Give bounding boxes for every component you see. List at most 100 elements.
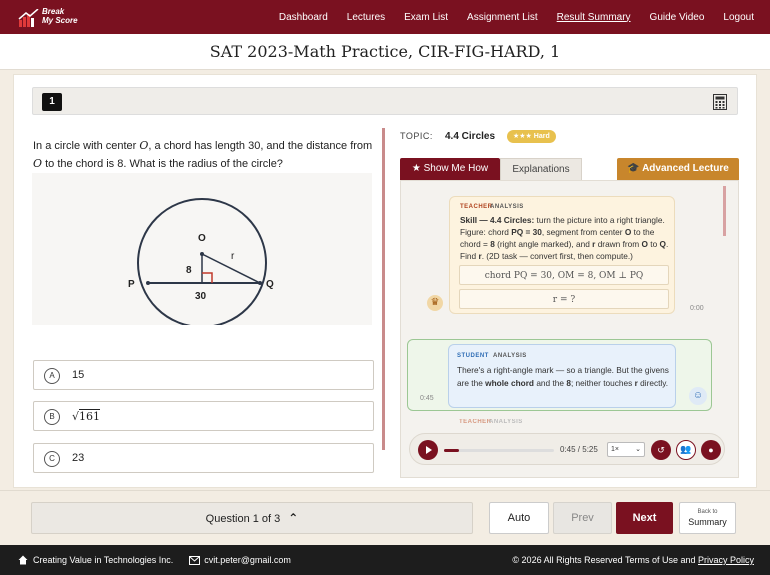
graduation-cap-icon: 🎓 [627, 163, 643, 174]
speed-value: 1× [611, 446, 619, 453]
choice-text: √161 [72, 409, 101, 423]
nav-logout[interactable]: Logout [723, 12, 754, 23]
nav-result-summary[interactable]: Result Summary [557, 12, 631, 23]
auto-button[interactable]: Auto [489, 502, 549, 534]
skill-label: Skill — 4.4 Circles: [460, 215, 535, 225]
chevron-down-icon: ⌄ [635, 446, 641, 453]
student-avatar: ☺ [689, 387, 707, 405]
next-tag: ANALYSIS [489, 419, 523, 425]
nav-exam-list[interactable]: Exam List [404, 12, 448, 23]
progress-fill [444, 449, 460, 452]
brand-logo[interactable]: Break My Score [18, 6, 88, 28]
text-part: directly. [637, 378, 669, 388]
advanced-lecture-label: Advanced Lecture [642, 163, 729, 174]
brand-line1: Break [42, 7, 65, 16]
teacher-avatar: ♛ [427, 295, 443, 311]
company-name: Creating Value in Technologies Inc. [33, 555, 174, 565]
chat-panel[interactable]: TEACHER ANALYSIS Skill — 4.4 Circles: tu… [400, 180, 739, 478]
pager-text: Question 1 of 3 [205, 513, 281, 525]
question-number: 1 [42, 93, 62, 111]
question-text-part: In a circle with center [33, 140, 140, 152]
question-var-o: O [33, 157, 43, 170]
question-pager[interactable]: Question 1 of 3 ⌃ [31, 502, 473, 534]
replay-button[interactable]: ↺ [651, 440, 671, 460]
teacher-role-label: TEACHER [460, 204, 493, 210]
label-distance: 8 [186, 265, 192, 276]
student-message-row: STUDENT ANALYSIS There's a right-angle m… [407, 339, 712, 411]
prev-button[interactable]: Prev [553, 502, 612, 534]
choice-a[interactable]: A 15 [33, 360, 374, 390]
nav-links: Dashboard Lectures Exam List Assignment … [260, 0, 754, 34]
math-unknown: r = ? [459, 289, 669, 309]
question-header: 1 [32, 87, 738, 115]
text-part: drawn from [595, 239, 642, 249]
speed-select[interactable]: 1× ⌄ [607, 442, 645, 457]
mail-icon [189, 555, 201, 565]
teacher-message-text: Skill — 4.4 Circles: turn the picture in… [460, 214, 672, 262]
choice-text: 15 [72, 369, 85, 381]
tab-show-me-how[interactable]: ★ Show Me How [400, 158, 500, 180]
choice-letter: C [44, 451, 60, 467]
nav-guide-video[interactable]: Guide Video [650, 12, 705, 23]
nav-lectures[interactable]: Lectures [347, 12, 385, 23]
math-givens: chord PQ = 30, OM = 8, OM ⊥ PQ [459, 265, 669, 285]
text-part: to [647, 239, 660, 249]
label-p: P [128, 279, 135, 290]
choice-b[interactable]: B √161 [33, 401, 374, 431]
group-view-button[interactable]: 👥 [676, 440, 696, 460]
text-bold: whole chord [485, 378, 535, 388]
choice-letter: A [44, 368, 60, 384]
summary-small-label: Back to [697, 509, 718, 515]
topic-value: 4.4 Circles [445, 131, 496, 142]
text-part: , segment from center [541, 227, 625, 237]
choice-letter: B [44, 409, 60, 425]
text-part: (right angle marked), and [494, 239, 593, 249]
question-text: In a circle with center O , a chord has l… [33, 137, 378, 173]
student-timestamp[interactable]: 0:45 [420, 395, 434, 402]
top-nav: Break My Score Dashboard Lectures Exam L… [0, 0, 770, 34]
question-text-part: , a chord has length 30, and the distanc… [148, 140, 373, 152]
nav-dashboard[interactable]: Dashboard [279, 12, 328, 23]
text-part: ; neither touches [570, 378, 635, 388]
next-role-label: TEACHER [459, 419, 492, 425]
title-bar: SAT 2023-Math Practice, CIR-FIG-HARD, 1 [0, 34, 770, 70]
label-r: r [231, 251, 235, 262]
single-view-button[interactable]: ● [701, 440, 721, 460]
progress-track[interactable] [444, 449, 554, 452]
student-role-label: STUDENT [457, 353, 489, 359]
circle-figure: O P Q r 8 30 [32, 173, 372, 325]
footer-right: © 2026 All Rights Reserved Terms of Use … [512, 555, 754, 565]
next-message-peek: TEACHER ANALYSIS [449, 419, 675, 427]
choice-c[interactable]: C 23 [33, 443, 374, 473]
footer-left: Creating Value in Technologies Inc. cvit… [18, 555, 291, 565]
contact-email[interactable]: cvit.peter@gmail.com [204, 555, 291, 565]
play-button[interactable] [418, 440, 438, 460]
tab-explanations[interactable]: Explanations [500, 158, 582, 180]
replay-icon: ↺ [657, 445, 665, 455]
student-message: STUDENT ANALYSIS There's a right-angle m… [448, 344, 676, 408]
difficulty-badge: ★★★ Hard [507, 130, 556, 143]
teacher-tag: ANALYSIS [490, 204, 524, 210]
advanced-lecture-button[interactable]: 🎓 Advanced Lecture [617, 158, 739, 180]
student-message-text: There's a right-angle mark — so a triang… [457, 364, 673, 390]
teacher-timestamp[interactable]: 0:00 [690, 305, 704, 312]
scrollbar[interactable] [723, 186, 726, 236]
label-o: O [198, 233, 206, 244]
next-button[interactable]: Next [616, 502, 673, 534]
text-bold: PQ = 30 [511, 227, 542, 237]
playback-time: 0:45 / 5:25 [560, 445, 598, 454]
nav-assignment-list[interactable]: Assignment List [467, 12, 538, 23]
panel-divider[interactable] [382, 128, 385, 450]
bottom-bar: Question 1 of 3 ⌃ Auto Prev Next Back to … [0, 490, 770, 542]
page-title: SAT 2023-Math Practice, CIR-FIG-HARD, 1 [209, 42, 561, 61]
copyright: © 2026 All Rights Reserved Terms of Use … [512, 555, 698, 565]
student-tag: ANALYSIS [493, 353, 527, 359]
summary-label: Summary [688, 517, 727, 527]
question-card: 1 In a circle with center O , a chord has… [13, 74, 757, 488]
text-part: . (2D task — convert first, then compute… [481, 251, 633, 261]
question-text-part: to the chord is 8. What is the radius of… [42, 158, 283, 170]
back-to-summary-button[interactable]: Back to Summary [679, 502, 736, 534]
calculator-icon[interactable] [713, 94, 727, 110]
privacy-policy-link[interactable]: Privacy Policy [698, 555, 754, 565]
circle-diagram: O P Q r 8 30 [128, 198, 274, 325]
